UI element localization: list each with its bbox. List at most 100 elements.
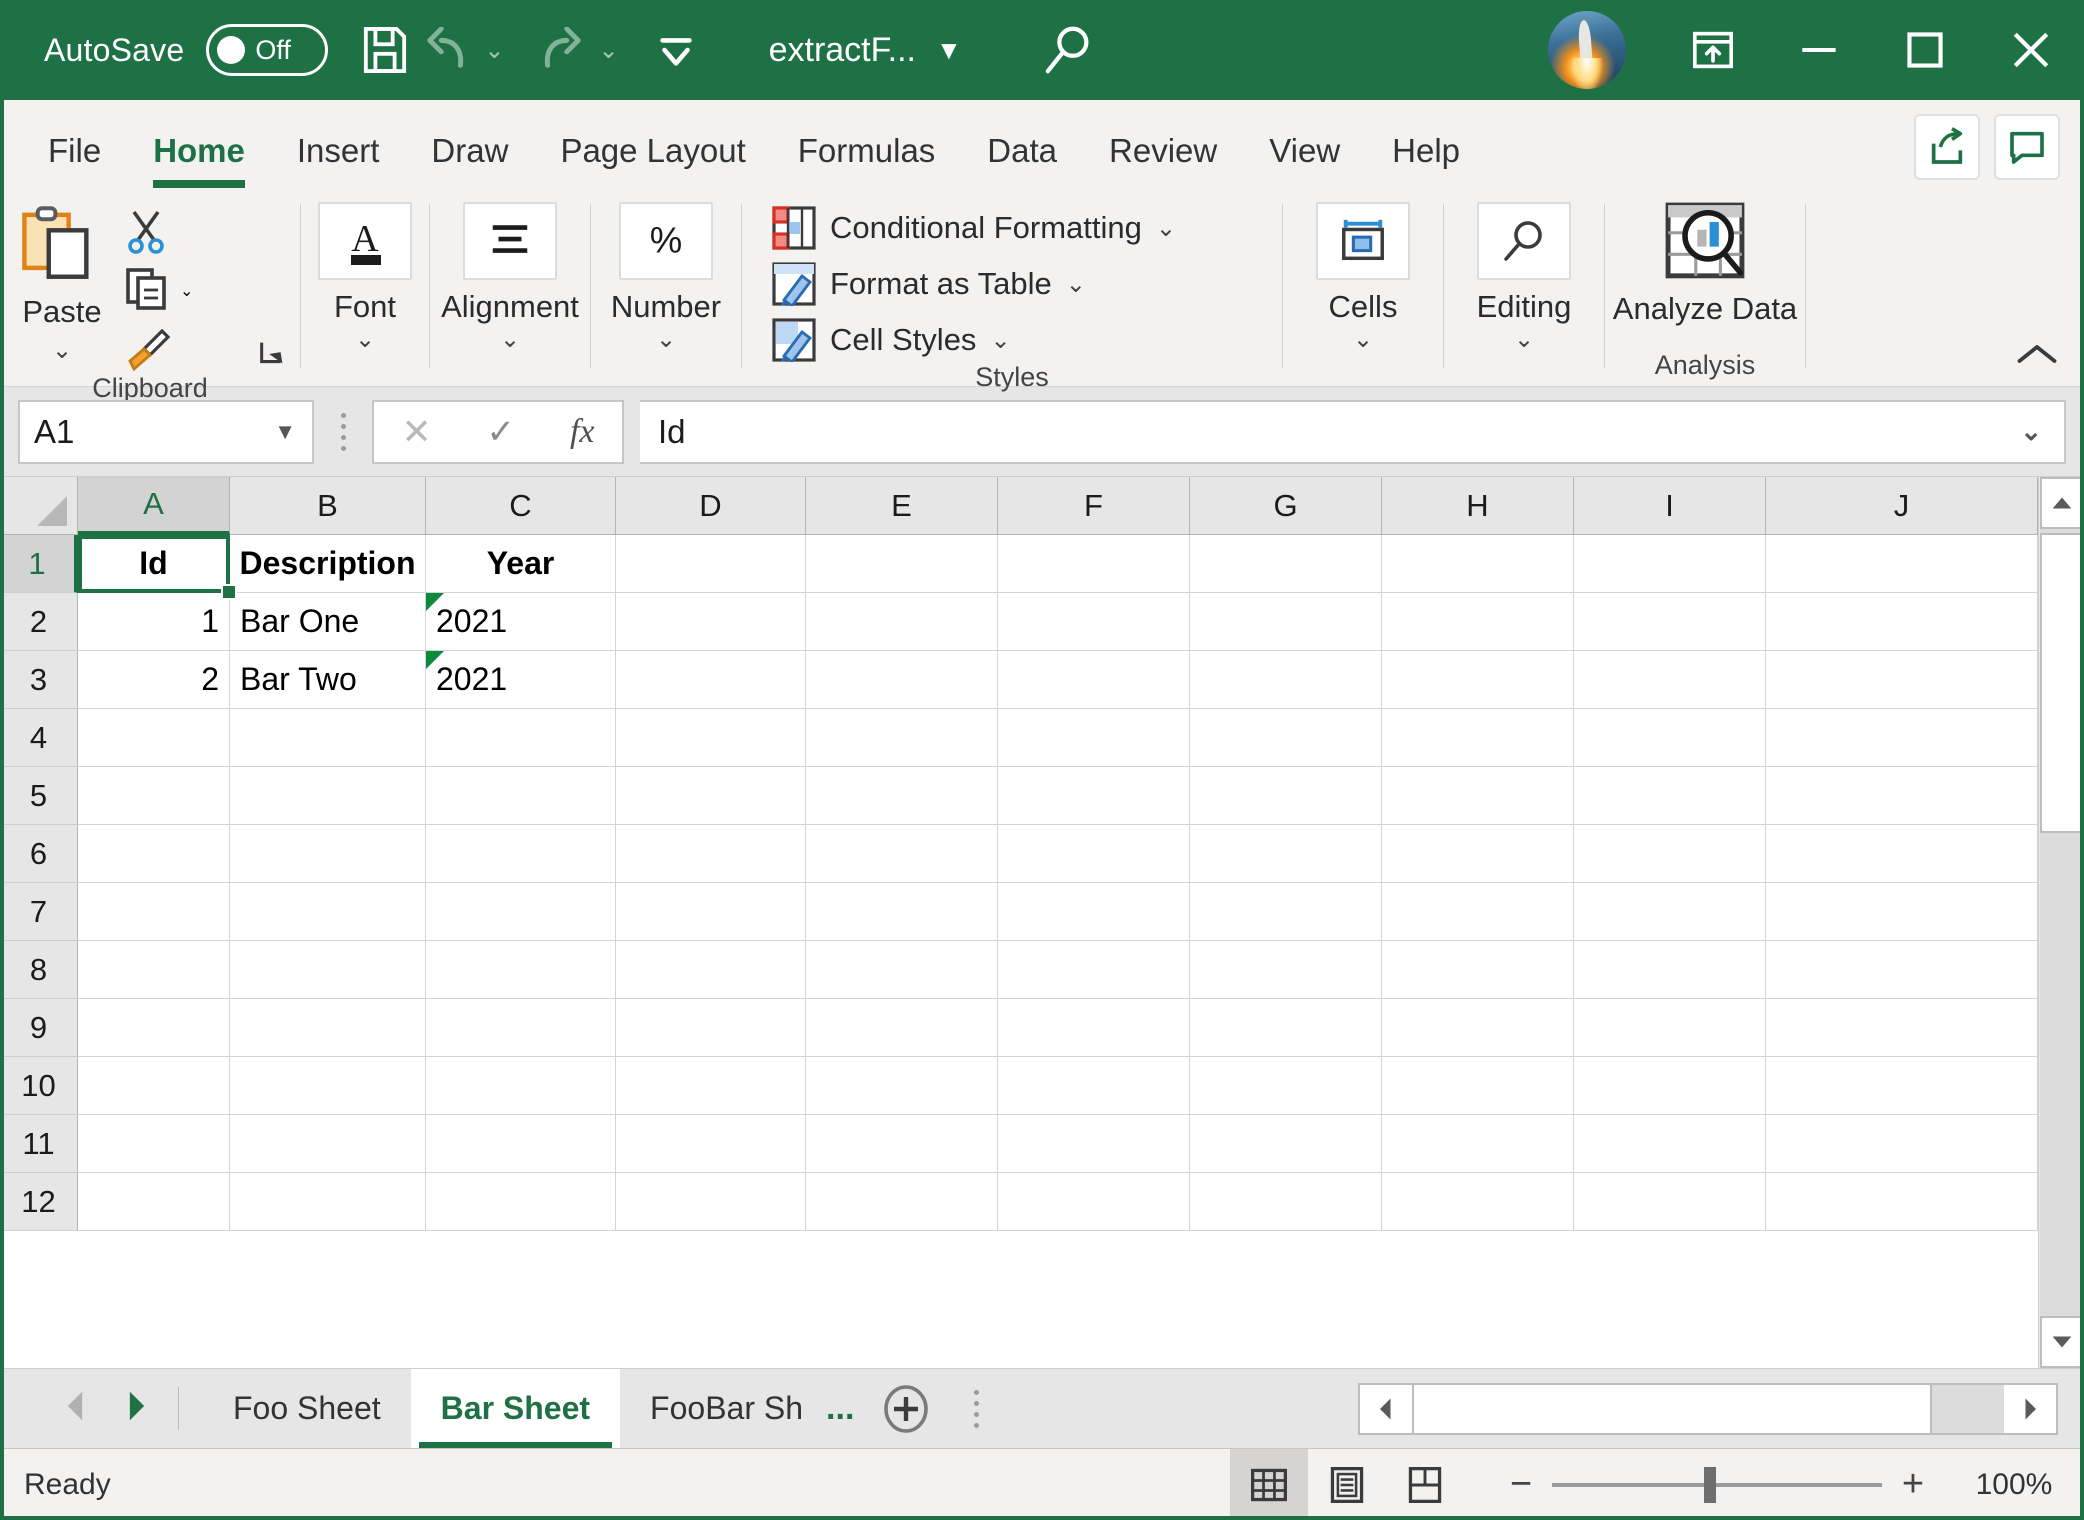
cell-D10[interactable] xyxy=(616,1057,806,1115)
cell-G1[interactable] xyxy=(1190,535,1382,593)
page-break-preview-button[interactable] xyxy=(1386,1449,1464,1520)
tab-insert[interactable]: Insert xyxy=(271,132,406,192)
cell-H11[interactable] xyxy=(1382,1115,1574,1173)
cell-A8[interactable] xyxy=(78,941,230,999)
page-layout-view-button[interactable] xyxy=(1308,1449,1386,1520)
cell-J5[interactable] xyxy=(1766,767,2038,825)
cell-I5[interactable] xyxy=(1574,767,1766,825)
sheet-tab-foobar-sheet[interactable]: FooBar Sh xyxy=(620,1369,820,1448)
row-header-12[interactable]: 12 xyxy=(0,1173,78,1231)
cell-B5[interactable] xyxy=(230,767,426,825)
cell-J10[interactable] xyxy=(1766,1057,2038,1115)
cell-J1[interactable] xyxy=(1766,535,2038,593)
maximize-button[interactable] xyxy=(1872,0,1978,100)
select-all-button[interactable] xyxy=(0,477,78,535)
cell-J2[interactable] xyxy=(1766,593,2038,651)
vertical-scrollbar-thumb[interactable] xyxy=(2039,533,2084,833)
row-header-6[interactable]: 6 xyxy=(0,825,78,883)
redo-dropdown-caret[interactable]: ⌄ xyxy=(598,36,618,65)
cell-A3[interactable]: 2 xyxy=(78,651,230,709)
name-box-dropdown-icon[interactable]: ▼ xyxy=(274,419,296,445)
cell-D8[interactable] xyxy=(616,941,806,999)
number-dropdown-caret[interactable]: ⌄ xyxy=(656,325,676,354)
cell-styles-button[interactable]: Cell Styles ⌄ xyxy=(772,318,1176,362)
zoom-slider[interactable] xyxy=(1552,1466,1882,1503)
cell-D6[interactable] xyxy=(616,825,806,883)
cell-E1[interactable] xyxy=(806,535,998,593)
cell-C6[interactable] xyxy=(426,825,616,883)
row-header-10[interactable]: 10 xyxy=(0,1057,78,1115)
cell-A11[interactable] xyxy=(78,1115,230,1173)
cell-F9[interactable] xyxy=(998,999,1190,1057)
paste-dropdown-caret[interactable]: ⌄ xyxy=(52,336,72,365)
cell-A2[interactable]: 1 xyxy=(78,593,230,651)
search-button[interactable] xyxy=(1042,23,1096,77)
column-header-E[interactable]: E xyxy=(806,477,998,535)
formula-bar-grip[interactable] xyxy=(314,412,372,451)
number-button[interactable]: % Number ⌄ xyxy=(593,196,739,354)
cell-A5[interactable] xyxy=(78,767,230,825)
scroll-up-button[interactable] xyxy=(2039,477,2084,529)
cell-F6[interactable] xyxy=(998,825,1190,883)
cell-B2[interactable]: Bar One xyxy=(230,593,426,651)
cell-G5[interactable] xyxy=(1190,767,1382,825)
tab-draw[interactable]: Draw xyxy=(405,132,534,192)
column-header-C[interactable]: C xyxy=(426,477,616,535)
row-header-11[interactable]: 11 xyxy=(0,1115,78,1173)
cell-B6[interactable] xyxy=(230,825,426,883)
tab-file[interactable]: File xyxy=(22,132,127,192)
cell-C11[interactable] xyxy=(426,1115,616,1173)
format-as-table-button[interactable]: Format as Table ⌄ xyxy=(772,262,1176,306)
cell-G11[interactable] xyxy=(1190,1115,1382,1173)
row-header-3[interactable]: 3 xyxy=(0,651,78,709)
undo-button[interactable] xyxy=(416,13,478,87)
cell-C1[interactable]: Year xyxy=(426,535,616,593)
conditional-formatting-caret[interactable]: ⌄ xyxy=(1156,214,1176,243)
cell-G2[interactable] xyxy=(1190,593,1382,651)
cell-F12[interactable] xyxy=(998,1173,1190,1231)
sheet-tabs-overflow[interactable]: ... xyxy=(820,1369,864,1448)
cell-H9[interactable] xyxy=(1382,999,1574,1057)
comments-button[interactable] xyxy=(1994,114,2060,180)
font-button[interactable]: A Font ⌄ xyxy=(303,196,427,354)
cell-G9[interactable] xyxy=(1190,999,1382,1057)
cells-dropdown-caret[interactable]: ⌄ xyxy=(1353,325,1373,354)
cell-H4[interactable] xyxy=(1382,709,1574,767)
cell-A9[interactable] xyxy=(78,999,230,1057)
cell-C2[interactable]: 2021 xyxy=(426,593,616,651)
expand-formula-bar-icon[interactable]: ⌄ xyxy=(2020,416,2042,447)
cell-D5[interactable] xyxy=(616,767,806,825)
cell-D7[interactable] xyxy=(616,883,806,941)
customize-quick-access-toolbar-button[interactable] xyxy=(645,13,707,87)
cell-H10[interactable] xyxy=(1382,1057,1574,1115)
cell-D11[interactable] xyxy=(616,1115,806,1173)
cell-I1[interactable] xyxy=(1574,535,1766,593)
cell-C7[interactable] xyxy=(426,883,616,941)
zoom-slider-thumb[interactable] xyxy=(1704,1466,1716,1503)
cell-A4[interactable] xyxy=(78,709,230,767)
cell-J6[interactable] xyxy=(1766,825,2038,883)
cell-C8[interactable] xyxy=(426,941,616,999)
cell-J7[interactable] xyxy=(1766,883,2038,941)
tab-page-layout[interactable]: Page Layout xyxy=(534,132,771,192)
cell-A10[interactable] xyxy=(78,1057,230,1115)
row-header-9[interactable]: 9 xyxy=(0,999,78,1057)
cell-H2[interactable] xyxy=(1382,593,1574,651)
cell-B10[interactable] xyxy=(230,1057,426,1115)
cell-B12[interactable] xyxy=(230,1173,426,1231)
vertical-scrollbar-track[interactable] xyxy=(2039,529,2084,1316)
alignment-dropdown-caret[interactable]: ⌄ xyxy=(500,325,520,354)
tab-data[interactable]: Data xyxy=(961,132,1083,192)
cell-H6[interactable] xyxy=(1382,825,1574,883)
cell-G3[interactable] xyxy=(1190,651,1382,709)
column-header-I[interactable]: I xyxy=(1574,477,1766,535)
cell-F1[interactable] xyxy=(998,535,1190,593)
cell-I3[interactable] xyxy=(1574,651,1766,709)
undo-dropdown-caret[interactable]: ⌄ xyxy=(484,36,504,65)
cell-E11[interactable] xyxy=(806,1115,998,1173)
avatar[interactable] xyxy=(1548,11,1626,89)
cell-I6[interactable] xyxy=(1574,825,1766,883)
cell-J11[interactable] xyxy=(1766,1115,2038,1173)
save-button[interactable] xyxy=(354,13,416,87)
cell-E8[interactable] xyxy=(806,941,998,999)
